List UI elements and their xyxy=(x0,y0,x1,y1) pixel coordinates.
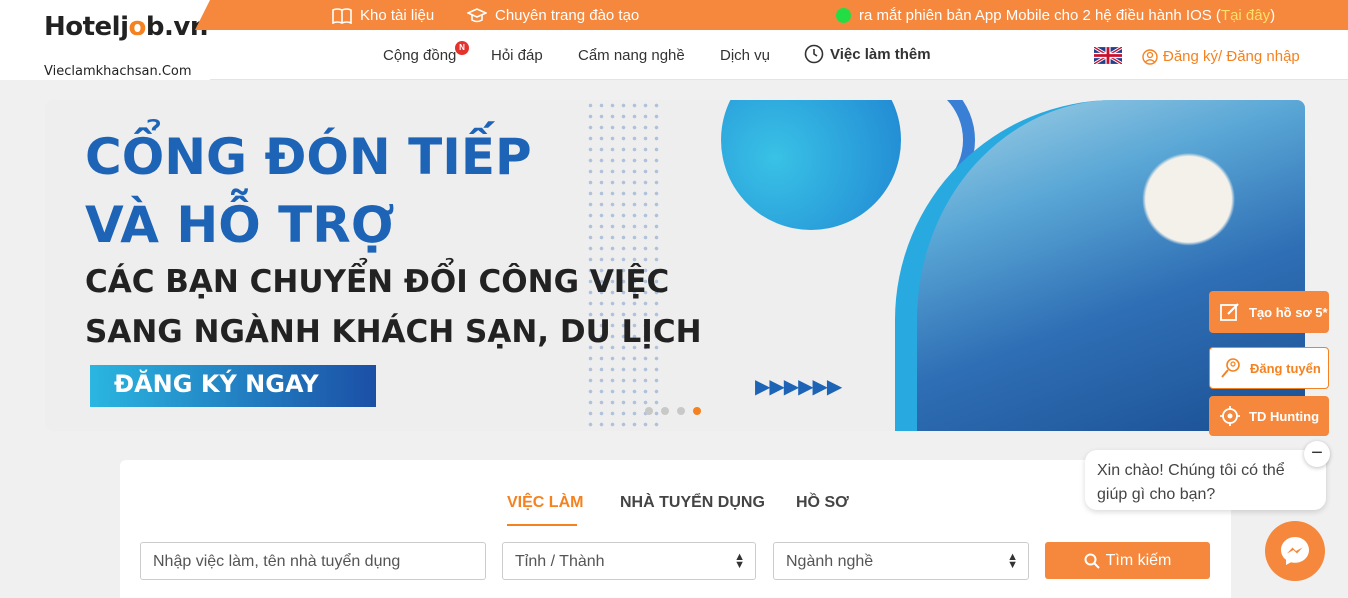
recruit-icon xyxy=(1221,358,1240,378)
ticker-end: ) xyxy=(1270,7,1276,24)
search-panel: VIỆC LÀM NHÀ TUYỂN DỤNG HỒ SƠ Nhập việc … xyxy=(120,460,1231,598)
training-label: Chuyên trang đào tạo xyxy=(495,7,640,24)
logo-subtitle: Vieclamkhachsan.Com xyxy=(44,64,192,79)
nav-item-services[interactable]: Dịch vụ xyxy=(720,47,770,64)
library-label: Kho tài liệu xyxy=(360,7,435,24)
search-button-label: Tìm kiếm xyxy=(1105,551,1172,569)
post-job-label: Đăng tuyển xyxy=(1250,360,1321,376)
login-label: Đăng ký/ Đăng nhập xyxy=(1163,48,1300,65)
carousel-dot-active[interactable] xyxy=(693,407,701,415)
keyword-search-input[interactable]: Nhập việc làm, tên nhà tuyển dụng xyxy=(140,542,486,580)
banner-subline-1: CÁC BẠN CHUYỂN ĐỔI CÔNG VIỆC xyxy=(85,264,670,300)
ticker-text: ra mắt phiên bản App Mobile cho 2 hệ điề… xyxy=(859,7,1221,24)
td-hunting-button[interactable]: TD Hunting xyxy=(1209,396,1329,436)
training-link[interactable]: Chuyên trang đào tạo xyxy=(467,7,639,24)
banner-headline-1: CỔNG ĐÓN TIẾP xyxy=(85,128,532,186)
tab-employers[interactable]: NHÀ TUYỂN DỤNG xyxy=(620,494,765,512)
news-ticker[interactable]: ra mắt phiên bản App Mobile cho 2 hệ điề… xyxy=(836,7,1306,24)
carousel-indicators xyxy=(645,407,701,415)
chat-close-button[interactable]: − xyxy=(1304,441,1330,467)
td-hunting-label: TD Hunting xyxy=(1249,408,1320,424)
industry-select-value: Ngành nghề xyxy=(786,553,874,570)
province-select-value: Tỉnh / Thành xyxy=(515,553,605,570)
nav-item-part-time-jobs[interactable]: Việc làm thêm xyxy=(804,44,931,64)
clock-icon xyxy=(804,44,824,64)
logo-area[interactable]: Hoteljob.vn Vieclamkhachsan.Com xyxy=(0,0,210,80)
messenger-icon xyxy=(1281,537,1309,565)
ticker-status-dot xyxy=(836,8,851,23)
nav-item-community[interactable]: Cộng đồng xyxy=(383,47,456,64)
main-nav: Cộng đồng N Hỏi đáp Cẩm nang nghề Dịch v… xyxy=(210,30,1348,80)
banner-headline-2: VÀ HỖ TRỢ xyxy=(85,196,395,254)
banner-register-button[interactable]: ĐĂNG KÝ NGAY xyxy=(90,365,376,407)
create-cv-button[interactable]: Tạo hồ sơ 5* xyxy=(1209,291,1329,333)
active-tab-underline xyxy=(507,524,577,526)
search-icon xyxy=(1084,553,1100,569)
search-button[interactable]: Tìm kiếm xyxy=(1045,542,1210,579)
library-link[interactable]: Kho tài liệu xyxy=(332,7,434,24)
uk-flag-icon[interactable] xyxy=(1094,47,1122,64)
new-badge: N xyxy=(455,41,469,55)
graduation-cap-icon xyxy=(467,7,487,22)
carousel-dot[interactable] xyxy=(677,407,685,415)
carousel-dot[interactable] xyxy=(661,407,669,415)
banner-subline-2: SANG NGÀNH KHÁCH SẠN, DU LỊCH xyxy=(85,314,702,350)
create-cv-label: Tạo hồ sơ 5* xyxy=(1249,304,1328,320)
nav-item-handbook[interactable]: Cẩm nang nghề xyxy=(578,47,685,64)
select-caret-icon: ▲ ▼ xyxy=(1007,551,1018,571)
login-link[interactable]: Đăng ký/ Đăng nhập xyxy=(1142,48,1300,65)
book-icon xyxy=(332,7,352,24)
chat-greeting-bubble[interactable]: Xin chào! Chúng tôi có thể giúp gì cho b… xyxy=(1085,450,1326,510)
tab-profiles[interactable]: HỒ SƠ xyxy=(796,494,849,512)
edit-icon xyxy=(1220,303,1239,321)
site-logo[interactable]: Hoteljob.vn xyxy=(44,12,208,42)
select-caret-icon: ▲ ▼ xyxy=(734,551,745,571)
industry-select[interactable]: Ngành nghề ▲ ▼ xyxy=(773,542,1029,580)
banner-arrows-decoration: ▶▶▶▶▶▶ xyxy=(755,376,842,398)
target-icon xyxy=(1220,406,1240,426)
hero-banner[interactable]: CỔNG ĐÓN TIẾP VÀ HỖ TRỢ CÁC BẠN CHUYỂN Đ… xyxy=(45,100,1305,431)
messenger-button[interactable] xyxy=(1265,521,1325,581)
post-job-button[interactable]: Đăng tuyển xyxy=(1209,347,1329,389)
tab-jobs[interactable]: VIỆC LÀM xyxy=(507,494,583,512)
nav-item-qa[interactable]: Hỏi đáp xyxy=(491,47,543,64)
province-select[interactable]: Tỉnh / Thành ▲ ▼ xyxy=(502,542,756,580)
carousel-dot[interactable] xyxy=(645,407,653,415)
ticker-link[interactable]: Tại đây xyxy=(1221,7,1270,24)
user-icon xyxy=(1142,48,1158,65)
nav-item-part-time-label: Việc làm thêm xyxy=(830,45,931,63)
